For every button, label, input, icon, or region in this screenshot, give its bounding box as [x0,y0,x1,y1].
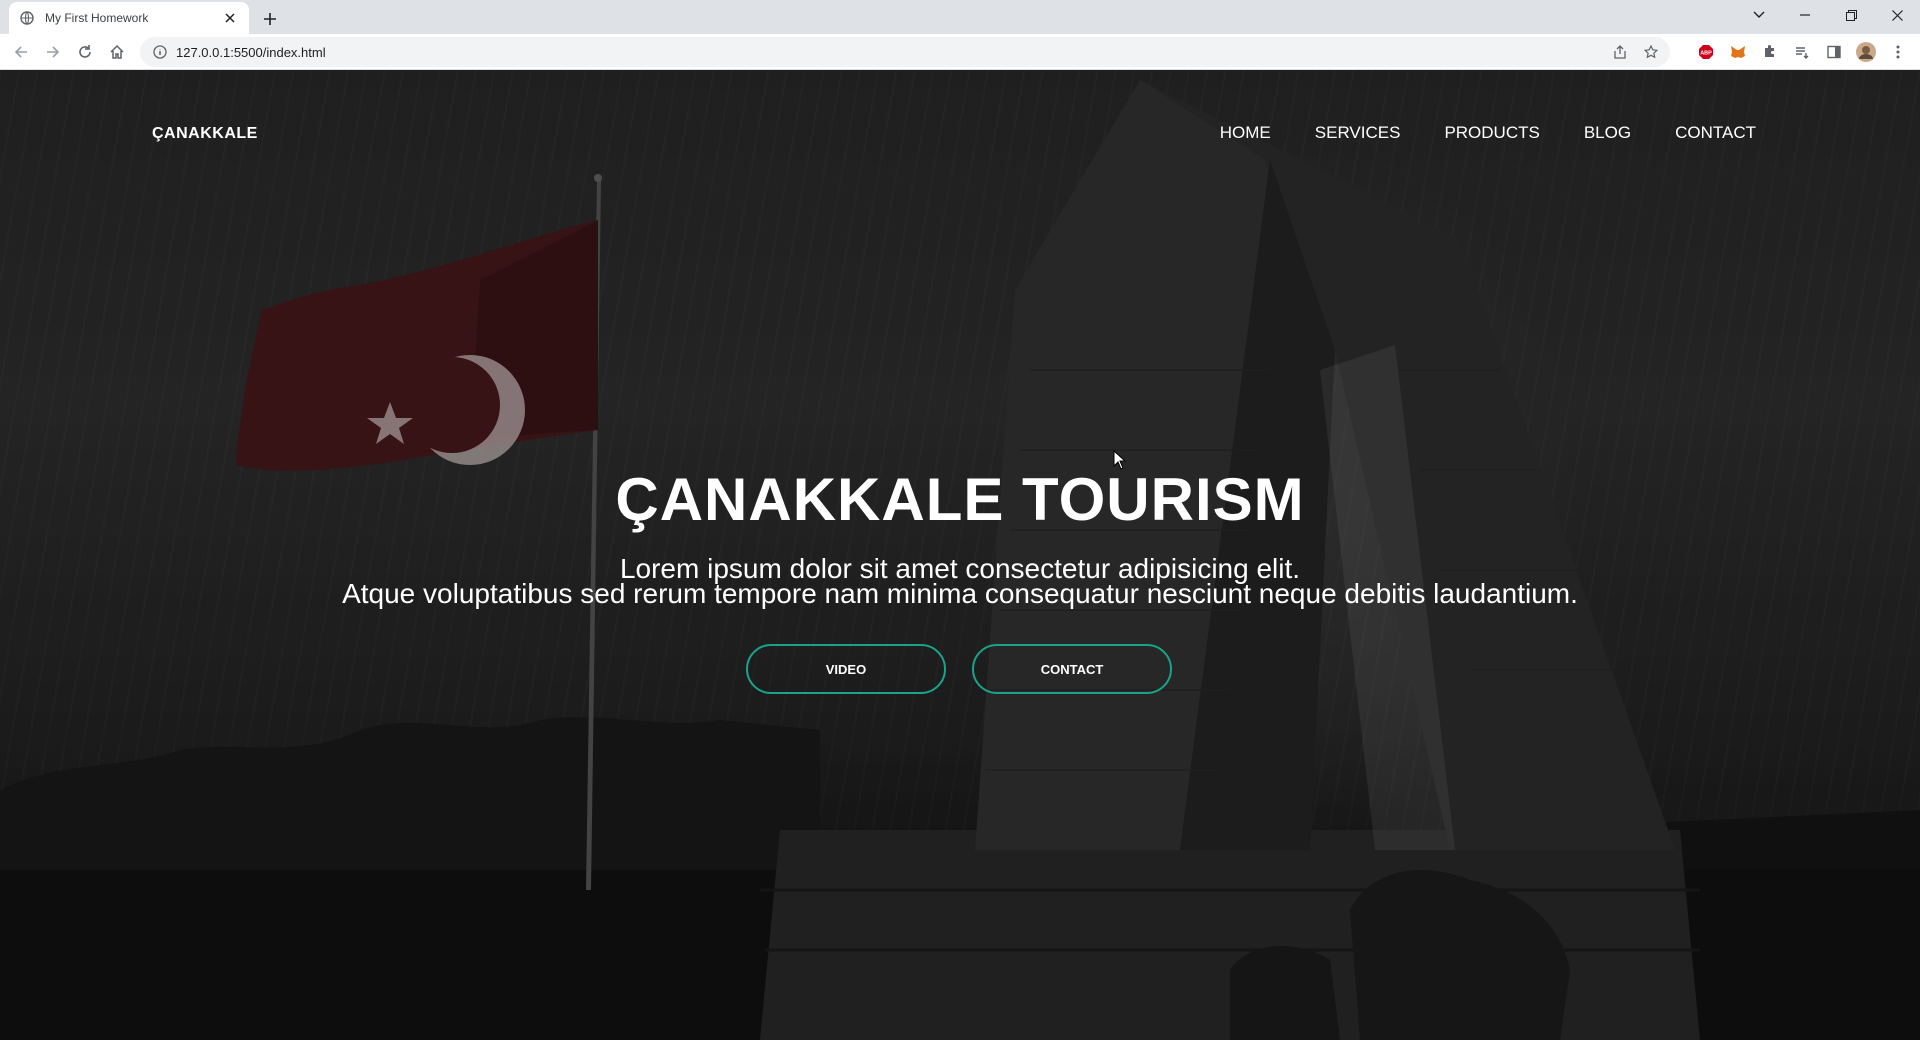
nav-menu: HOME SERVICES PRODUCTS BLOG CONTACT [1220,123,1756,143]
reload-icon[interactable] [73,40,97,64]
video-button[interactable]: VIDEO [746,644,946,694]
url-text: 127.0.0.1:5500/index.html [176,44,326,60]
nav-link-contact[interactable]: CONTACT [1675,123,1756,143]
mouse-cursor-icon [1113,450,1127,470]
browser-toolbar: 127.0.0.1:5500/index.html ABP [0,34,1920,70]
hero-title: ÇANAKKALE TOURISM [615,466,1305,533]
hero-content: ÇANAKKALE TOURISM Lorem ipsum dolor sit … [0,470,1920,694]
close-tab-icon[interactable] [221,9,239,27]
share-icon[interactable] [1610,42,1630,62]
hero-subtitle: Lorem ipsum dolor sit amet consectetur a… [0,555,1920,609]
nav-link-blog[interactable]: BLOG [1584,123,1631,143]
browser-tab-strip: My First Homework [0,0,1920,34]
metamask-fox-icon[interactable] [1726,40,1750,64]
home-icon[interactable] [105,40,129,64]
menu-kebab-icon[interactable] [1886,40,1910,64]
hero-section: ÇANAKKALE HOME SERVICES PRODUCTS BLOG CO… [0,70,1920,1040]
hero-subtitle-line-2: Atque voluptatibus sed rerum tempore nam… [342,578,1578,609]
globe-icon [19,10,35,26]
bookmark-star-icon[interactable] [1641,42,1661,62]
svg-text:ABP: ABP [1700,51,1712,57]
tab-search-icon[interactable] [1736,0,1782,30]
adblock-extension-icon[interactable]: ABP [1694,40,1718,64]
close-window-icon[interactable] [1874,0,1920,30]
back-arrow-icon[interactable] [9,40,33,64]
nav-link-products[interactable]: PRODUCTS [1444,123,1539,143]
address-bar[interactable]: 127.0.0.1:5500/index.html [140,37,1670,67]
tab-title: My First Homework [45,11,149,25]
side-panel-icon[interactable] [1822,40,1846,64]
reading-list-icon[interactable] [1790,40,1814,64]
nav-link-services[interactable]: SERVICES [1315,123,1401,143]
new-tab-button[interactable] [258,7,282,31]
minimize-icon[interactable] [1782,0,1828,30]
site-logo[interactable]: ÇANAKKALE [152,125,258,143]
profile-avatar[interactable] [1854,40,1878,64]
site-navbar: ÇANAKKALE HOME SERVICES PRODUCTS BLOG CO… [0,70,1920,200]
restore-icon[interactable] [1828,0,1874,30]
nav-link-home[interactable]: HOME [1220,123,1271,143]
contact-button[interactable]: CONTACT [972,644,1172,694]
info-icon[interactable] [152,44,168,60]
forward-arrow-icon[interactable] [41,40,65,64]
browser-tab[interactable]: My First Homework [9,2,249,34]
hero-buttons: VIDEO CONTACT [0,644,1920,694]
extensions-puzzle-icon[interactable] [1758,40,1782,64]
